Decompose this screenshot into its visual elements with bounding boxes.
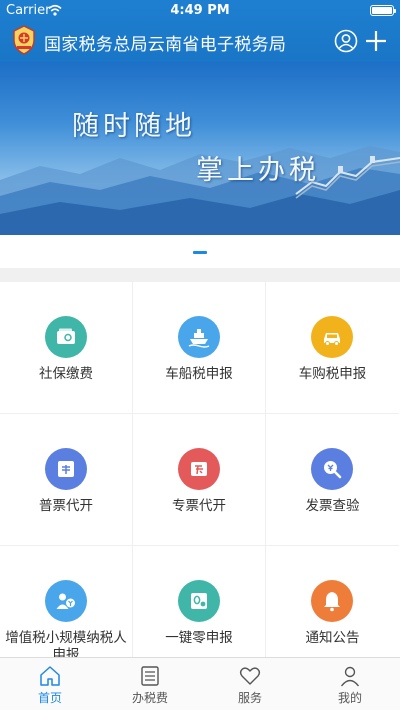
service-general-invoice[interactable]: 普票代开 (0, 414, 133, 546)
invoice-icon (58, 461, 74, 477)
promo-banner[interactable]: 随时随地 掌上办税 (0, 62, 400, 235)
user-icon[interactable] (334, 29, 358, 53)
home-icon (40, 666, 60, 686)
service-notices[interactable]: 通知公告 (266, 546, 399, 657)
service-icon-bg (311, 580, 353, 622)
service-label: 一键零申报 (165, 630, 233, 646)
service-icon-bg (178, 580, 220, 622)
service-label: 社保缴费 (39, 366, 93, 382)
service-label: 车船税申报 (165, 366, 233, 382)
service-label: 普票代开 (39, 498, 93, 514)
service-label: 车购税申报 (298, 366, 367, 382)
status-time: 4:49 PM (170, 3, 230, 18)
tab-label: 办税费 (131, 691, 168, 705)
service-social-security[interactable]: 社保缴费 (0, 282, 133, 414)
tab-label: 我的 (337, 691, 362, 705)
bottom-tab-bar: 首页 办税费 服务 我的 (0, 657, 400, 710)
heart-icon (239, 667, 261, 685)
service-icon-bg (45, 580, 87, 622)
list-icon (141, 666, 159, 686)
service-vessel-tax[interactable]: 车船税申报 (133, 282, 266, 414)
service-label: 增值税小规模纳税人申报 (5, 630, 127, 657)
wallet-icon (57, 328, 75, 344)
service-grid: 社保缴费 车船税申报 车购税申报 普票代开 专票代开 发票查验 增值税小规模纳税… (0, 282, 400, 657)
tab-mine[interactable]: 我的 (300, 658, 400, 710)
bell-icon (324, 592, 340, 612)
tax-emblem-icon (13, 25, 35, 55)
service-icon-bg (45, 448, 87, 490)
section-divider (0, 268, 400, 282)
service-icon-bg (311, 448, 353, 490)
banner-slogan-line1: 随时随地 (72, 111, 196, 142)
nav-bar: 国家税务总局云南省电子税务局 (0, 22, 400, 62)
service-icon-bg (45, 316, 87, 358)
service-label: 通知公告 (305, 630, 360, 646)
tab-label: 服务 (237, 691, 262, 705)
app-header: Carrier 4:49 PM 国家税务总局云南省电子税务局 (0, 0, 400, 62)
battery-icon (370, 5, 396, 16)
service-vehicle-purchase-tax[interactable]: 车购税申报 (266, 282, 399, 414)
tab-services[interactable]: 服务 (200, 658, 300, 710)
service-icon-bg (311, 316, 353, 358)
service-zero-declaration[interactable]: 一键零申报 (133, 546, 266, 657)
service-invoice-verification[interactable]: 发票查验 (266, 414, 399, 546)
service-vat-small-taxpayer[interactable]: 增值税小规模纳税人申报 (0, 546, 133, 657)
tab-label: 首页 (37, 691, 62, 705)
special-invoice-icon (191, 462, 207, 476)
search-invoice-icon (324, 461, 342, 479)
service-special-invoice[interactable]: 专票代开 (133, 414, 266, 546)
service-icon-bg (178, 316, 220, 358)
service-label: 发票查验 (305, 498, 360, 514)
tab-home[interactable]: 首页 (0, 658, 100, 710)
service-label: 专票代开 (172, 498, 226, 514)
profile-icon (340, 666, 360, 687)
tab-tax-handling[interactable]: 办税费 (100, 658, 200, 710)
boat-icon (188, 329, 210, 348)
zero-report-icon (191, 593, 207, 609)
page-indicator-active-dot (193, 251, 207, 254)
banner-slogan-line2: 掌上办税 (196, 155, 320, 186)
status-bar: Carrier 4:49 PM (0, 0, 400, 22)
plus-icon[interactable] (364, 29, 388, 53)
car-icon (324, 333, 340, 346)
person-tax-icon (56, 593, 75, 609)
banner-page-indicator (0, 235, 400, 268)
page-title: 国家税务总局云南省电子税务局 (44, 35, 287, 55)
service-icon-bg (178, 448, 220, 490)
